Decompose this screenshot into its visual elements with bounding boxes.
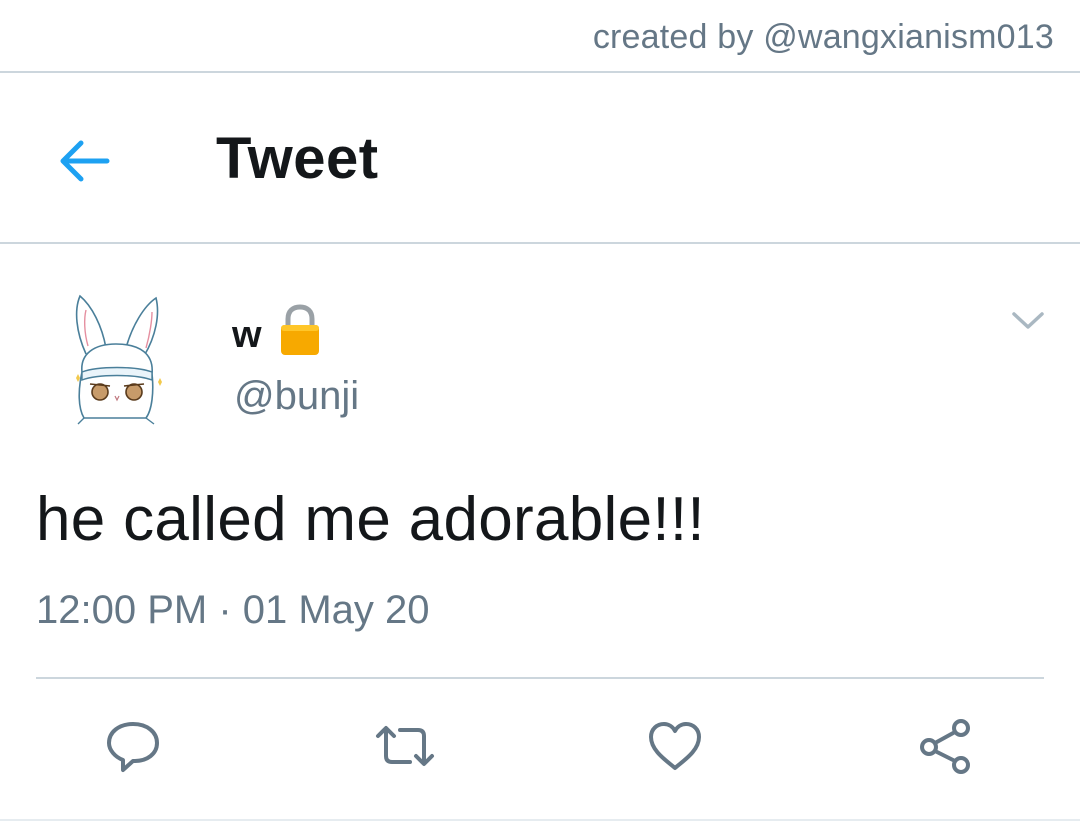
more-options-button[interactable] <box>1010 306 1046 334</box>
like-button[interactable] <box>640 714 710 778</box>
heart-icon <box>649 722 701 770</box>
retweet-icon <box>376 726 434 766</box>
divider <box>36 677 1044 679</box>
lock-icon <box>278 303 322 359</box>
back-arrow-icon <box>60 140 110 182</box>
reply-button[interactable] <box>98 714 168 778</box>
tweet-text: he called me adorable!!! <box>36 485 705 554</box>
top-app-bar: Tweet <box>0 73 1080 244</box>
bunny-avatar-icon <box>75 294 162 425</box>
page-title: Tweet <box>216 126 379 191</box>
display-name-text: w <box>232 313 262 356</box>
share-icon <box>920 719 970 774</box>
avatar[interactable] <box>62 292 170 428</box>
credit-text: created by @wangxianism013 <box>592 18 1054 56</box>
share-button[interactable] <box>910 714 980 778</box>
tweet-timestamp: 12:00 PM · 01 May 20 <box>36 588 430 632</box>
credit-bar: created by @wangxianism013 <box>0 0 1080 73</box>
back-button[interactable] <box>52 133 116 189</box>
retweet-button[interactable] <box>370 714 440 778</box>
chevron-down-icon <box>1012 312 1044 329</box>
tweet-detail: w @bunji he called me adorable!!! 12:00 … <box>0 244 1080 839</box>
display-name[interactable]: w <box>232 304 322 363</box>
user-handle[interactable]: @bunji <box>234 374 359 419</box>
reply-icon <box>107 722 159 772</box>
bottom-divider <box>0 819 1080 821</box>
